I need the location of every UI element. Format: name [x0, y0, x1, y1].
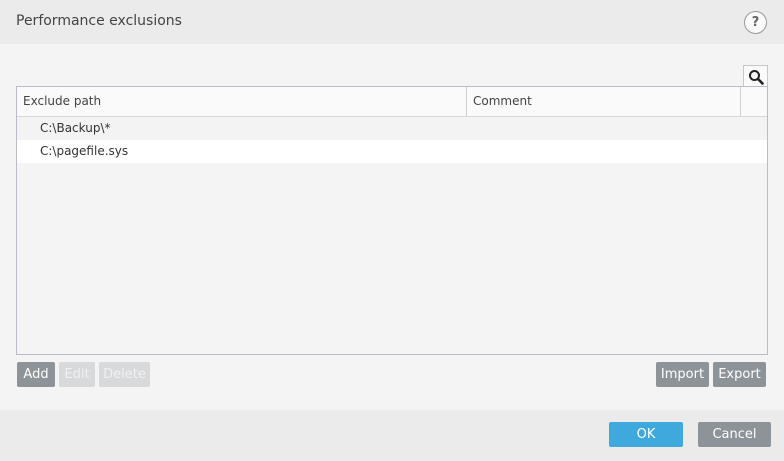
edit-button[interactable]: Edit: [59, 362, 95, 387]
delete-button[interactable]: Delete: [99, 362, 150, 387]
search-icon: [748, 69, 764, 85]
cell-comment: [467, 117, 767, 140]
dialog-titlebar: Performance exclusions ?: [0, 0, 784, 44]
table-body: C:\Backup\* C:\pagefile.sys: [17, 117, 767, 163]
exclusions-table: Exclude path Comment C:\Backup\* C:\page…: [16, 86, 768, 355]
table-row[interactable]: C:\pagefile.sys: [17, 140, 767, 163]
cell-exclude-path: C:\pagefile.sys: [40, 144, 129, 158]
cell-comment: [467, 140, 767, 163]
ok-button[interactable]: OK: [609, 422, 683, 447]
column-header-comment[interactable]: Comment: [467, 87, 741, 116]
table-row[interactable]: C:\Backup\*: [17, 117, 767, 140]
table-header: Exclude path Comment: [17, 87, 767, 117]
dialog-title: Performance exclusions: [16, 13, 182, 29]
cell-exclude-path: C:\Backup\*: [40, 121, 111, 135]
cancel-button[interactable]: Cancel: [698, 422, 771, 447]
column-header-exclude-path[interactable]: Exclude path: [17, 87, 467, 116]
add-button[interactable]: Add: [17, 362, 55, 387]
import-button[interactable]: Import: [656, 362, 709, 387]
help-button[interactable]: ?: [744, 11, 767, 34]
help-icon: ?: [751, 15, 760, 30]
column-header-spacer: [741, 87, 767, 116]
export-button[interactable]: Export: [713, 362, 766, 387]
search-button[interactable]: [743, 65, 768, 87]
